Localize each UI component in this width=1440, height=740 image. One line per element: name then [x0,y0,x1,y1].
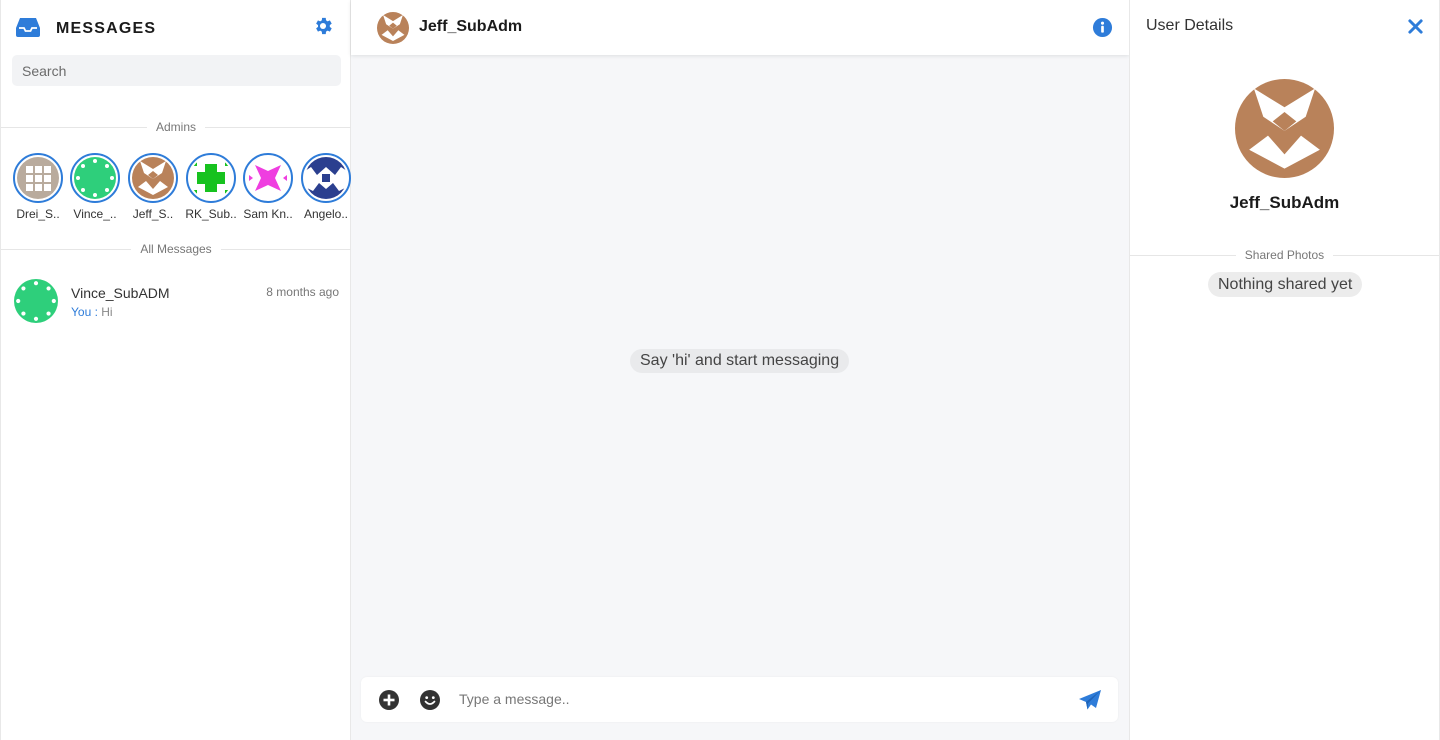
info-circle-icon[interactable] [1092,17,1113,38]
admin-name: Vince_.. [73,207,117,221]
admin-item[interactable]: Sam Kn.. [243,153,293,221]
sidebar: MESSAGES Admins Drei_S.. [0,0,351,740]
admins-divider: Admins [1,120,351,134]
avatar[interactable] [377,12,409,44]
avatar [13,153,63,203]
avatar-pattern [247,157,289,199]
avatar-pattern [74,157,116,199]
chat-contact-name: Jeff_SubAdm [419,18,523,35]
avatar-pattern [305,157,347,199]
all-messages-divider: All Messages [1,242,351,256]
avatar-pattern [132,157,174,199]
search-input[interactable] [12,55,341,86]
admin-name: Jeff_S.. [132,207,174,221]
avatar [70,153,120,203]
details-user-name: Jeff_SubAdm [1229,193,1340,212]
admin-name: Sam Kn.. [243,207,293,221]
shared-photos-divider: Shared Photos [1130,248,1439,262]
avatar [301,153,351,203]
admin-item[interactable]: Vince_.. [70,153,120,221]
admins-label: Admins [146,120,205,134]
nothing-shared-message: Nothing shared yet [1208,272,1363,297]
empty-chat-message: Say 'hi' and start messaging [630,349,850,373]
avatar-pattern [377,12,409,44]
admin-name: Angelo.. [303,207,349,221]
avatar [14,279,58,323]
avatar-pattern [14,279,58,323]
admin-name: Drei_S.. [16,207,60,221]
inbox-icon [16,18,40,37]
chat-header: Jeff_SubAdm [351,0,1129,55]
avatar [1235,79,1334,178]
avatar-pattern [190,157,232,199]
conversation-name: Vince_SubADM [71,285,170,301]
message-composer [361,677,1118,722]
user-details-panel: User Details Jeff_SubAdm Shared Photos N… [1129,0,1440,740]
paper-plane-icon[interactable] [1078,689,1102,711]
admin-item[interactable]: Jeff_S.. [128,153,178,221]
messenger-app: MESSAGES Admins Drei_S.. [0,0,1440,740]
conversation-preview: You : Hi [71,305,113,319]
details-title: User Details [1146,17,1234,34]
admin-item[interactable]: Drei_S.. [13,153,63,221]
chat-panel: Jeff_SubAdm Say 'hi' and start messaging [351,0,1129,740]
smiley-icon[interactable] [419,689,441,711]
avatar [186,153,236,203]
close-icon[interactable] [1408,19,1423,34]
avatar-pattern [1235,79,1334,178]
sender-label: You : [71,305,98,319]
sidebar-header: MESSAGES [15,14,336,44]
preview-text: Hi [101,305,113,319]
conversation-time: 8 months ago [266,285,339,299]
plus-circle-icon[interactable] [378,689,400,711]
admin-name: RK_Sub.. [185,207,237,221]
avatar [128,153,178,203]
shared-photos-label: Shared Photos [1235,248,1334,262]
gear-icon[interactable] [312,15,334,37]
list-item[interactable]: Vince_SubADM 8 months ago You : Hi [2,271,351,333]
all-messages-label: All Messages [131,242,221,256]
admins-list: Drei_S.. Vince_.. Jeff_S.. RK_Sub.. Sam … [13,153,351,225]
admin-item[interactable]: Angelo.. [301,153,351,221]
message-input[interactable] [459,685,1059,713]
admin-item[interactable]: RK_Sub.. [185,153,237,221]
page-title: MESSAGES [56,20,157,37]
avatar [243,153,293,203]
avatar-pattern [17,157,59,199]
